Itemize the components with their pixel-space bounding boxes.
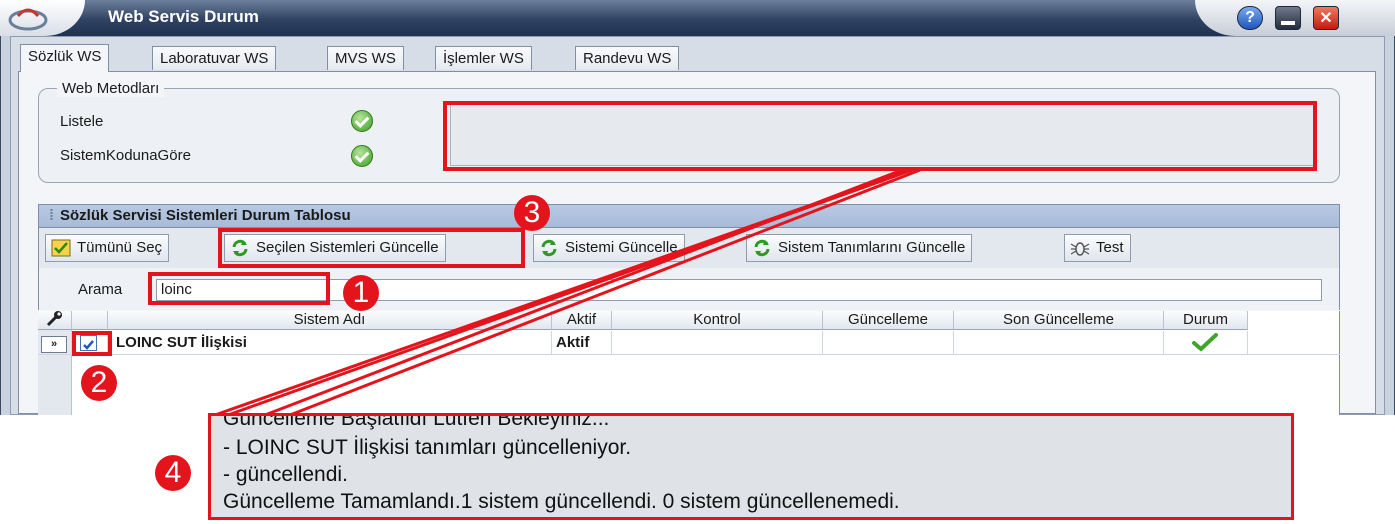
panel-title-text: Sözlük Servisi Sistemleri Durum Tablosu: [60, 207, 351, 224]
panel-grip-icon: ⁞: [49, 207, 54, 224]
web-methods-legend: Web Metodları: [57, 80, 165, 97]
row-indicator[interactable]: »: [38, 331, 72, 355]
test-button[interactable]: Test: [1064, 234, 1131, 262]
select-all-icon: [51, 239, 71, 257]
method-sistemkodunagore-label: SistemKodunaGöre: [60, 147, 191, 164]
test-label: Test: [1096, 239, 1124, 256]
cell-durum: [1164, 331, 1248, 355]
search-label: Arama: [78, 281, 123, 298]
panel-title: ⁞ Sözlük Servisi Sistemleri Durum Tablosu: [38, 204, 1340, 228]
method-listele-label: Listele: [60, 113, 104, 130]
annotation-box-search: [148, 272, 330, 305]
tab-randevu-ws[interactable]: Randevu WS: [575, 46, 680, 70]
cell-aktif: Aktif: [552, 331, 612, 355]
bug-icon: [1070, 242, 1090, 256]
annotation-box-output: [443, 101, 1317, 171]
refresh-icon: [541, 239, 557, 257]
cell-kontrol: [612, 331, 823, 355]
log-line-1: Güncelleme Başlatıldı Lütfen Bekleyiniz.…: [223, 413, 610, 430]
tab-mvs-ws[interactable]: MVS WS: [327, 46, 404, 70]
cell-guncelleme: [823, 331, 954, 355]
column-header-son-guncelleme[interactable]: Son Güncelleme: [954, 311, 1164, 330]
tab-islemler-ws[interactable]: İşlemler WS: [435, 46, 532, 70]
update-system-label: Sistemi Güncelle: [565, 239, 678, 256]
tab-sozluk-ws[interactable]: Sözlük WS: [20, 44, 110, 72]
cell-empty: [1248, 331, 1340, 355]
log-line-3: - güncellendi.: [223, 463, 348, 486]
update-system-button[interactable]: Sistemi Güncelle: [533, 234, 685, 262]
annotation-box-update-button: [218, 228, 525, 268]
column-header-aktif[interactable]: Aktif: [552, 311, 612, 330]
column-header-guncelleme[interactable]: Güncelleme: [823, 311, 954, 330]
search-input[interactable]: loinc: [156, 279, 1322, 301]
minimize-icon[interactable]: [1275, 6, 1301, 30]
window-title: Web Servis Durum: [108, 7, 259, 26]
select-all-button[interactable]: Tümünü Seç: [45, 234, 170, 262]
log-line-4: Güncelleme Tamamlandı.1 sistem güncellen…: [223, 490, 900, 513]
column-header-kontrol[interactable]: Kontrol: [612, 311, 823, 330]
annotation-box-checkbox: [72, 331, 112, 356]
double-chevron-icon: »: [41, 336, 67, 353]
app-logo-icon: [8, 8, 48, 31]
update-system-definitions-button[interactable]: Sistem Tanımlarını Güncelle: [746, 234, 973, 262]
update-log-box: Güncelleme Başlatıldı Lütfen Bekleyiniz.…: [208, 413, 1294, 520]
check-circle-icon: [351, 110, 373, 132]
cell-sistem-adi: LOINC SUT İlişkisi: [108, 331, 552, 355]
green-check-icon: [1192, 333, 1218, 352]
wrench-icon: [46, 311, 62, 327]
column-header-sistem-adi[interactable]: Sistem Adı: [108, 311, 552, 330]
annotation-marker-1: 1: [343, 275, 379, 311]
grid-checkbox-header: [72, 311, 108, 330]
select-all-label: Tümünü Seç: [77, 239, 163, 256]
update-system-definitions-label: Sistem Tanımlarını Güncelle: [778, 239, 966, 256]
annotation-marker-4: 4: [155, 455, 191, 491]
annotation-marker-2: 2: [81, 365, 117, 401]
minimize-glyph: [1281, 21, 1295, 25]
column-header-durum[interactable]: Durum: [1164, 311, 1248, 330]
tab-laboratuvar-ws[interactable]: Laboratuvar WS: [152, 46, 277, 70]
help-icon[interactable]: ?: [1237, 6, 1263, 30]
annotation-marker-3: 3: [514, 195, 550, 231]
cell-son-guncelleme: [954, 331, 1164, 355]
refresh-icon: [754, 239, 770, 257]
log-line-2: - LOINC SUT İlişkisi tanımları güncellen…: [223, 436, 632, 459]
close-icon[interactable]: ✕: [1313, 6, 1339, 30]
grid-settings-header[interactable]: [38, 311, 72, 330]
check-circle-icon: [351, 145, 373, 167]
